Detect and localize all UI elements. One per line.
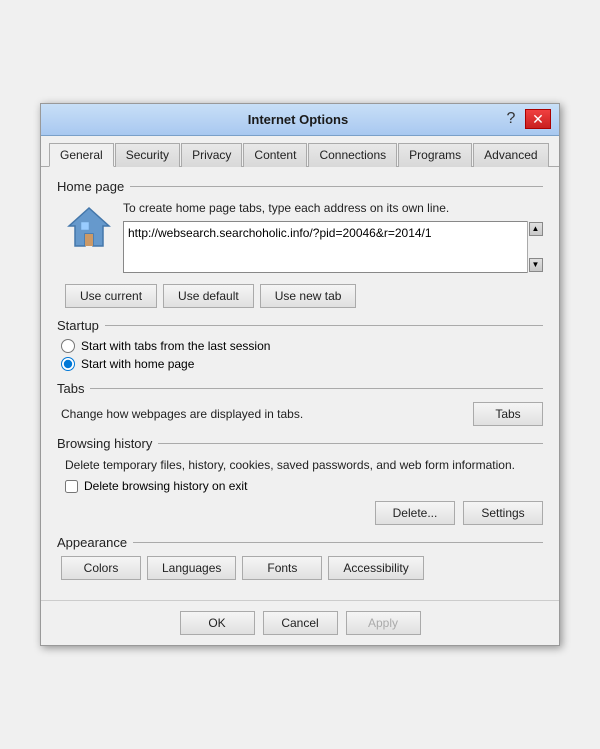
home-page-label: Home page (57, 179, 124, 194)
delete-history-checkbox[interactable] (65, 480, 78, 493)
tab-connections[interactable]: Connections (308, 143, 397, 167)
fonts-button[interactable]: Fonts (242, 556, 322, 580)
home-page-description: To create home page tabs, type each addr… (123, 200, 543, 217)
use-new-tab-button[interactable]: Use new tab (260, 284, 357, 308)
browsing-history-label: Browsing history (57, 436, 152, 451)
startup-last-session-option[interactable]: Start with tabs from the last session (61, 339, 543, 353)
home-page-divider (130, 186, 543, 187)
appearance-label: Appearance (57, 535, 127, 550)
browsing-history-content: Delete temporary files, history, cookies… (57, 457, 543, 526)
dialog-content: Home page To create home page tabs, type… (41, 167, 559, 601)
startup-header: Startup (57, 318, 543, 333)
home-url-input[interactable] (123, 221, 543, 273)
tab-programs[interactable]: Programs (398, 143, 472, 167)
use-default-button[interactable]: Use default (163, 284, 254, 308)
tab-advanced[interactable]: Advanced (473, 143, 548, 167)
apply-button[interactable]: Apply (346, 611, 421, 635)
use-current-button[interactable]: Use current (65, 284, 157, 308)
startup-last-session-radio[interactable] (61, 339, 75, 353)
languages-button[interactable]: Languages (147, 556, 236, 580)
delete-history-checkbox-label[interactable]: Delete browsing history on exit (65, 479, 543, 493)
browsing-history-section: Browsing history Delete temporary files,… (57, 436, 543, 526)
dialog-title: Internet Options (95, 112, 501, 127)
url-wrapper: ▲ ▼ (123, 221, 543, 276)
tabs-section: Tabs Change how webpages are displayed i… (57, 381, 543, 426)
appearance-divider (133, 542, 543, 543)
delete-history-label: Delete browsing history on exit (84, 479, 247, 493)
startup-options: Start with tabs from the last session St… (57, 339, 543, 371)
home-page-buttons: Use current Use default Use new tab (65, 284, 543, 308)
bottom-bar: OK Cancel Apply (41, 600, 559, 645)
tabs-divider (90, 388, 543, 389)
appearance-header: Appearance (57, 535, 543, 550)
tabs-header: Tabs (57, 381, 543, 396)
tabs-description: Change how webpages are displayed in tab… (61, 407, 303, 421)
appearance-section: Appearance Colors Languages Fonts Access… (57, 535, 543, 580)
tab-privacy[interactable]: Privacy (181, 143, 242, 167)
title-bar: Internet Options ? ✕ (41, 104, 559, 136)
tab-security[interactable]: Security (115, 143, 180, 167)
tabs-content: Change how webpages are displayed in tab… (57, 402, 543, 426)
tabs-label: Tabs (57, 381, 84, 396)
home-page-content: To create home page tabs, type each addr… (57, 200, 543, 308)
colors-button[interactable]: Colors (61, 556, 141, 580)
startup-home-page-radio[interactable] (61, 357, 75, 371)
tab-content[interactable]: Content (243, 143, 307, 167)
accessibility-button[interactable]: Accessibility (328, 556, 423, 580)
title-bar-controls: ? ✕ (501, 109, 551, 129)
close-button[interactable]: ✕ (525, 109, 551, 129)
home-page-right: To create home page tabs, type each addr… (123, 200, 543, 276)
help-button[interactable]: ? (501, 109, 521, 129)
home-page-row: To create home page tabs, type each addr… (65, 200, 543, 276)
tabs-bar: General Security Privacy Content Connect… (41, 136, 559, 167)
cancel-button[interactable]: Cancel (263, 611, 338, 635)
scroll-down-arrow[interactable]: ▼ (529, 258, 543, 272)
ok-button[interactable]: OK (180, 611, 255, 635)
scroll-up-arrow[interactable]: ▲ (529, 222, 543, 236)
delete-button[interactable]: Delete... (375, 501, 455, 525)
url-scrollbar: ▲ ▼ (527, 221, 543, 273)
startup-section: Startup Start with tabs from the last se… (57, 318, 543, 371)
browsing-history-divider (158, 443, 543, 444)
startup-home-page-label: Start with home page (81, 357, 194, 371)
startup-last-session-label: Start with tabs from the last session (81, 339, 270, 353)
startup-divider (105, 325, 543, 326)
browsing-history-description: Delete temporary files, history, cookies… (65, 457, 543, 474)
startup-home-page-option[interactable]: Start with home page (61, 357, 543, 371)
tabs-button[interactable]: Tabs (473, 402, 543, 426)
browsing-history-buttons: Delete... Settings (65, 501, 543, 525)
browsing-history-header: Browsing history (57, 436, 543, 451)
house-icon (65, 202, 113, 250)
internet-options-dialog: Internet Options ? ✕ General Security Pr… (40, 103, 560, 647)
tab-general[interactable]: General (49, 143, 114, 167)
home-page-header: Home page (57, 179, 543, 194)
appearance-buttons: Colors Languages Fonts Accessibility (57, 556, 543, 580)
home-page-section: Home page To create home page tabs, type… (57, 179, 543, 308)
settings-button[interactable]: Settings (463, 501, 543, 525)
startup-label: Startup (57, 318, 99, 333)
